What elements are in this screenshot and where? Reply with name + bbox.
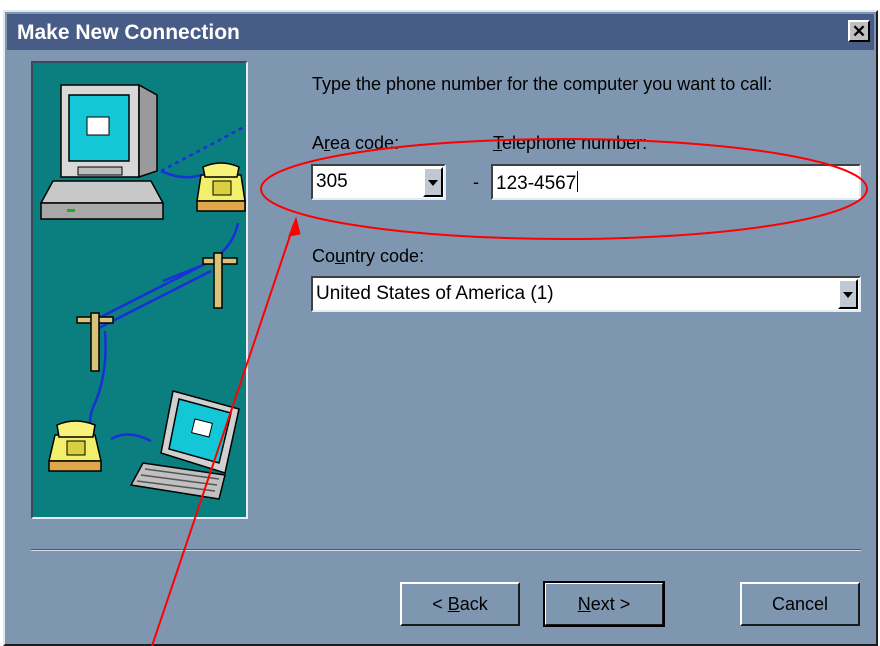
- instructions-text: Type the phone number for the computer y…: [312, 74, 773, 94]
- network-diagram-icon: [39, 83, 246, 500]
- area-code-label: Area code:: [312, 133, 400, 153]
- next-button-label: Next >: [577, 593, 631, 614]
- close-icon: ✕: [851, 21, 867, 41]
- laptop-computer-icon: [129, 390, 240, 500]
- telephone-number-value: 123-4567: [496, 171, 579, 194]
- wire-phone-laptop: [110, 433, 152, 443]
- utility-pole-left-icon: [76, 312, 114, 372]
- country-code-label: Country code:: [312, 246, 425, 266]
- country-code-combobox[interactable]: United States of America (1): [311, 276, 861, 312]
- area-code-dropdown-button[interactable]: [423, 167, 443, 197]
- cancel-button-label: Cancel: [771, 593, 829, 614]
- title-bar[interactable]: Make New Connection ✕: [7, 14, 874, 50]
- wire-dotted: [160, 124, 246, 173]
- next-button[interactable]: Next >: [543, 581, 665, 627]
- telephone-number-input[interactable]: 123-4567: [491, 164, 861, 200]
- footer-divider: [31, 549, 861, 551]
- wire-phone-pole: [162, 222, 240, 283]
- chevron-down-icon: [428, 180, 438, 186]
- area-code-combobox[interactable]: 305: [311, 164, 446, 200]
- connection-illustration: [31, 61, 248, 519]
- country-code-dropdown-button[interactable]: [838, 279, 858, 309]
- wire-computer-phone: [160, 169, 202, 179]
- telephone-number-label: Telephone number:: [493, 133, 648, 153]
- back-button-label: < Back: [432, 593, 488, 614]
- window-title: Make New Connection: [17, 21, 240, 44]
- telephone-bottom-icon: [48, 420, 102, 472]
- text-caret: [577, 171, 579, 192]
- chevron-down-icon: [843, 292, 853, 298]
- dash-separator: -: [473, 172, 479, 192]
- desktop-computer-icon: [39, 83, 165, 220]
- cancel-button[interactable]: Cancel: [740, 582, 860, 626]
- country-code-value: United States of America (1): [316, 283, 554, 304]
- utility-pole-right-icon: [202, 252, 238, 309]
- close-button[interactable]: ✕: [848, 20, 870, 42]
- wire-pole-top: [92, 259, 212, 323]
- area-code-value: 305: [316, 171, 348, 192]
- back-button[interactable]: < Back: [400, 582, 520, 626]
- telephone-top-icon: [196, 162, 246, 212]
